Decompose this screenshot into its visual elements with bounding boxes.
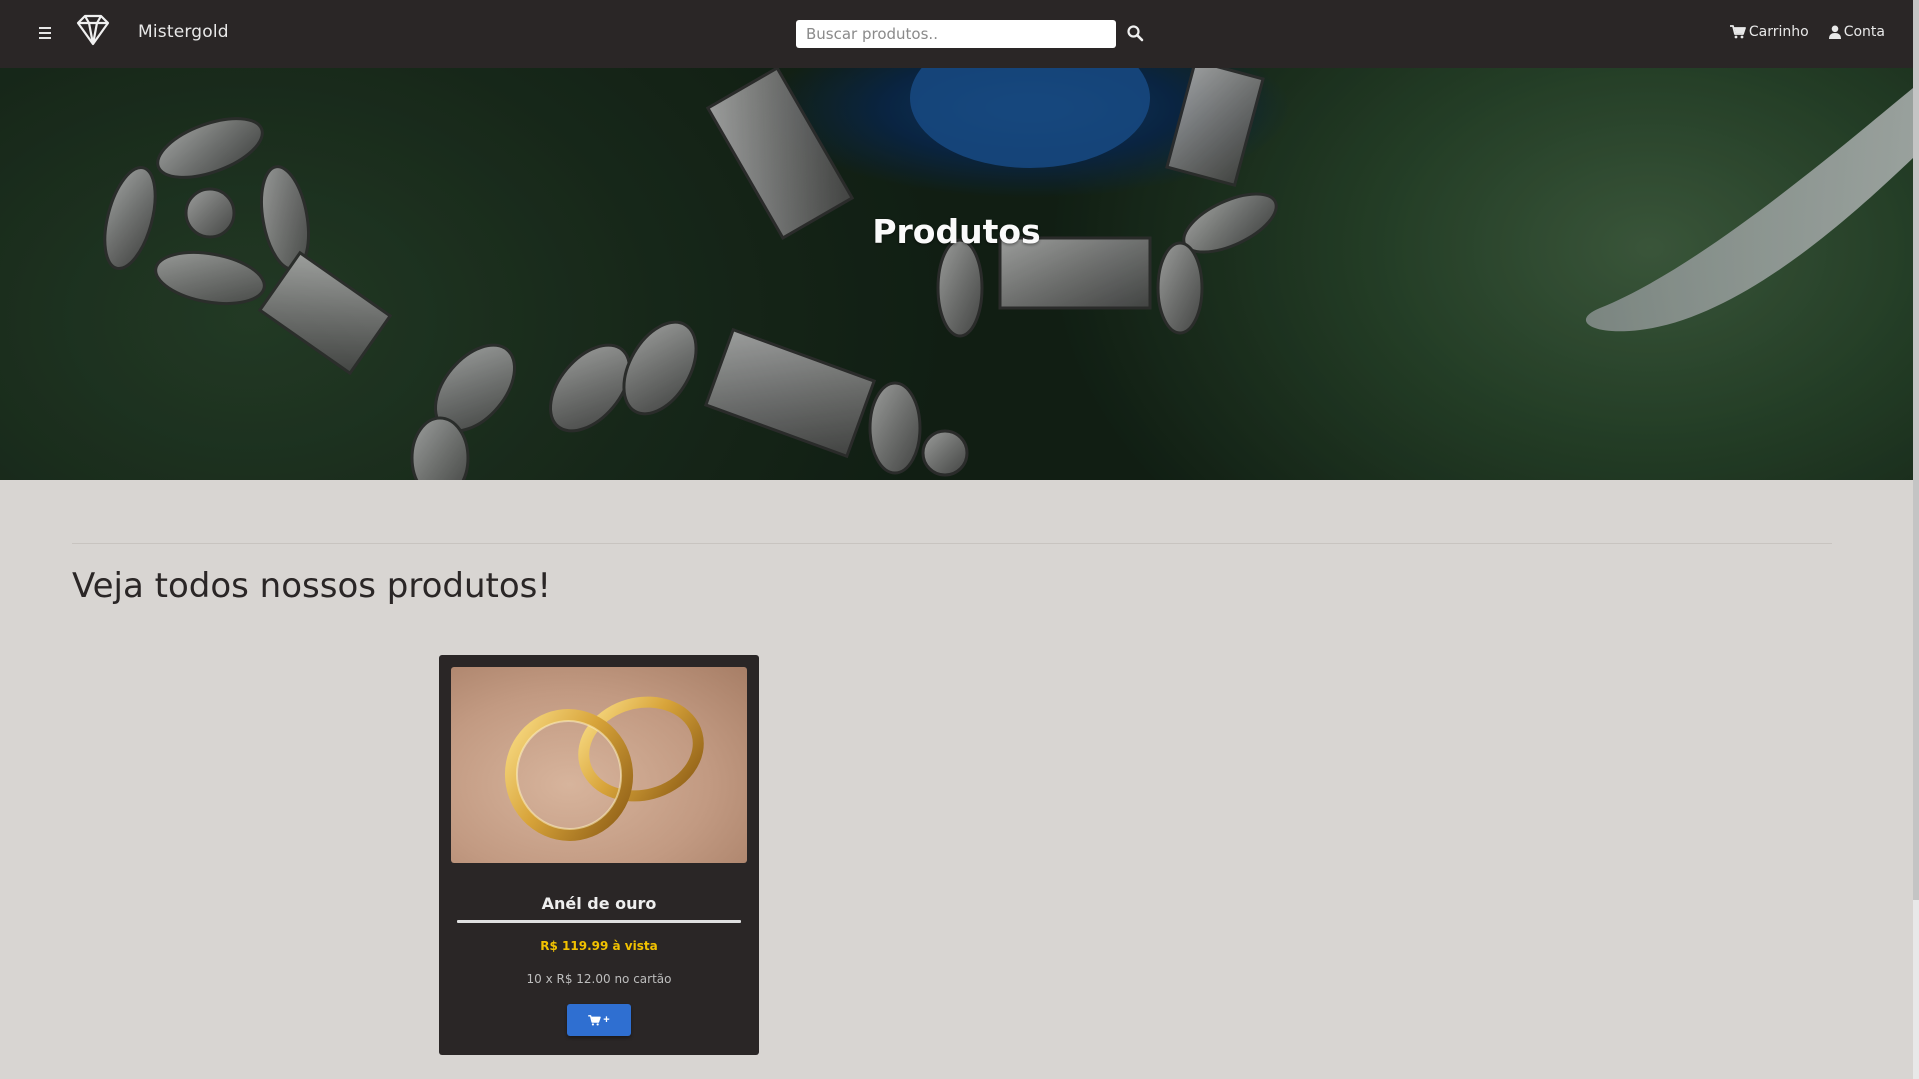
top-navbar: Mistergold Carrinho Conta [0,0,1913,68]
gold-rings-image [504,696,704,841]
scrollbar-thumb[interactable] [1913,0,1919,900]
hero-banner: Produtos [0,68,1913,480]
account-label: Conta [1843,24,1885,40]
section-heading: Veja todos nossos produtos! [72,566,551,606]
account-link[interactable]: Conta [1828,24,1885,40]
page-title: Produtos [872,212,1041,251]
cart-icon [1729,25,1746,39]
product-image[interactable] [451,667,747,863]
product-name-underline [457,920,741,923]
hamburger-menu-icon[interactable] [34,24,56,42]
brand-name[interactable]: Mistergold [138,22,229,42]
user-icon [1828,25,1841,39]
add-to-cart-button[interactable]: + [567,1004,631,1036]
cart-label: Carrinho [1748,24,1809,40]
cart-link[interactable]: Carrinho [1729,24,1809,40]
cart-icon [588,1014,601,1026]
search-container [796,20,1116,48]
add-to-cart-label: + [603,1014,610,1026]
nav-right-links: Carrinho Conta [1729,24,1885,40]
hero-overlay [0,68,1913,480]
page-scrollbar[interactable] [1913,0,1919,1079]
diamond-logo-icon[interactable] [72,14,114,46]
product-installments: 10 x R$ 12.00 no cartão [526,972,672,986]
section-divider [72,543,1832,544]
search-icon[interactable] [1126,24,1144,42]
product-card: Anél de ouro R$ 119.99 à vista 10 x R$ 1… [439,655,759,1055]
product-price: R$ 119.99 à vista [540,939,658,953]
search-input[interactable] [796,20,1116,48]
product-name[interactable]: Anél de ouro [439,894,759,913]
